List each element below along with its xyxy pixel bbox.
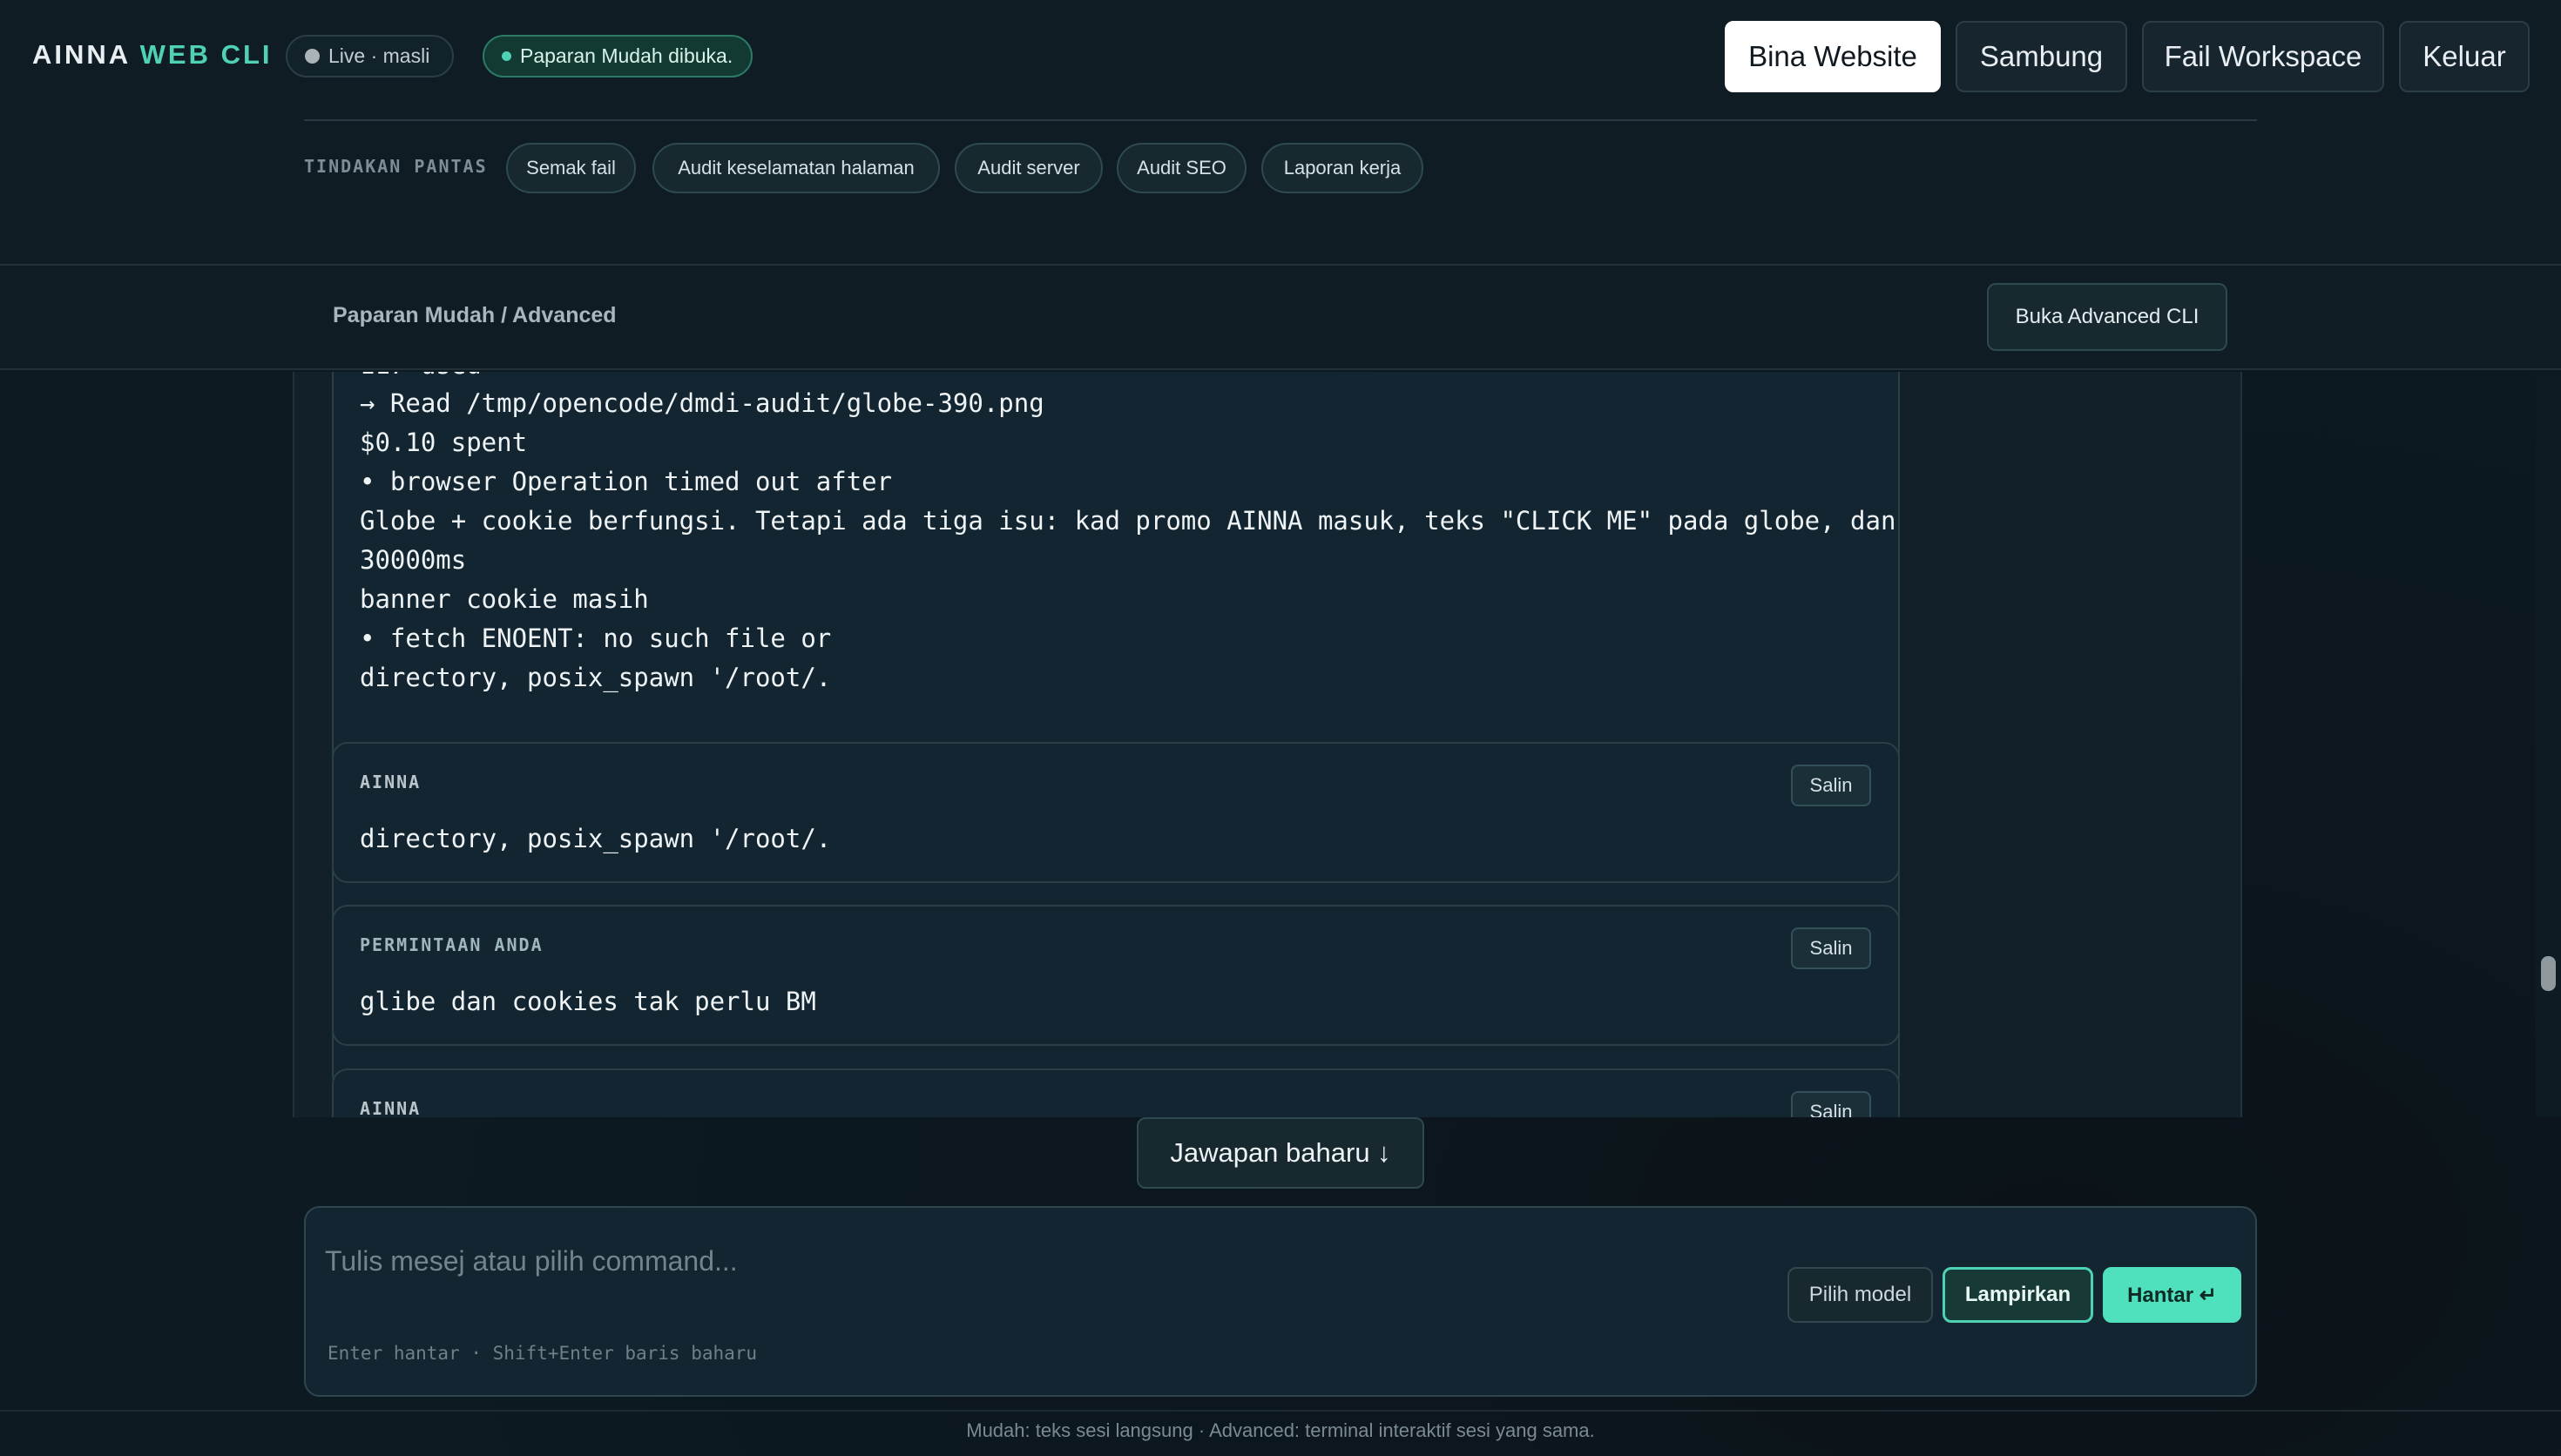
brand-accent: WEB CLI [139,39,273,70]
footer-text: Mudah: teks sesi langsung · Advanced: te… [966,1419,1595,1441]
live-status-text: Live · masli [328,44,430,67]
chat-message-assistant [332,742,1900,883]
app-logo: AINNA WEB CLI [32,39,273,76]
quick-actions-label: TINDAKAN PANTAS [304,156,488,177]
mode-status-text: Paparan Mudah dibuka. [520,44,733,67]
quick-action-check-files[interactable]: Semak fail [506,143,636,193]
status-dot-icon [502,51,511,61]
live-status-badge: Live · masli [286,35,454,78]
quick-action-server-audit[interactable]: Audit server [955,143,1103,193]
message-text: glibe dan cookies tak perlu BM [360,987,816,1016]
composer-hint: Enter hantar · Shift+Enter baris baharu [328,1343,758,1364]
footer-divider [0,1410,2561,1412]
attach-button[interactable]: Lampirkan [1943,1267,2093,1323]
mode-status-badge: Paparan Mudah dibuka. [483,35,753,78]
brand-name: AINNA [32,39,131,70]
message-input[interactable] [323,1235,1752,1287]
message-1-clip: 117 used → Read /tmp/opencode/dmdi-audit… [0,372,2561,738]
choose-model-button[interactable]: Pilih model [1787,1267,1933,1323]
chat-scrollbar[interactable] [2536,372,2561,1117]
quick-action-page-security-audit[interactable]: Audit keselamatan halaman [652,143,940,193]
message-role-label: AINNA [360,1098,422,1117]
chat-message-assistant [332,1068,1900,1117]
status-dot-icon [305,49,320,64]
message-text: → Read /tmp/opencode/dmdi-audit/globe-39… [360,388,1896,692]
header-divider [304,119,2257,121]
copy-button[interactable]: Salin [1791,927,1871,969]
copy-button[interactable]: Salin [1791,1091,1871,1117]
message-role-label: AINNA [360,772,422,792]
view-mode-title: Paparan Mudah / Advanced [333,303,617,327]
chat-scrollbar-thumb[interactable] [2541,956,2556,991]
copy-button[interactable]: Salin [1791,765,1871,806]
message-role-label: PERMINTAAN ANDA [360,934,544,955]
send-button[interactable]: Hantar ↵ [2103,1267,2241,1323]
message-partial-line: 117 used [360,372,482,385]
connect-button[interactable]: Sambung [1956,21,2127,92]
logout-button[interactable]: Keluar [2399,21,2530,92]
quick-action-seo-audit[interactable]: Audit SEO [1117,143,1247,193]
build-website-button[interactable]: Bina Website [1725,21,1941,92]
open-advanced-cli-button[interactable]: Buka Advanced CLI [1987,283,2227,351]
quick-action-work-report[interactable]: Laporan kerja [1261,143,1423,193]
new-reply-button[interactable]: Jawapan baharu ↓ [1137,1117,1424,1189]
workspace-files-button[interactable]: Fail Workspace [2142,21,2384,92]
message-text: directory, posix_spawn '/root/. [360,824,832,853]
chat-message-user [332,905,1900,1046]
